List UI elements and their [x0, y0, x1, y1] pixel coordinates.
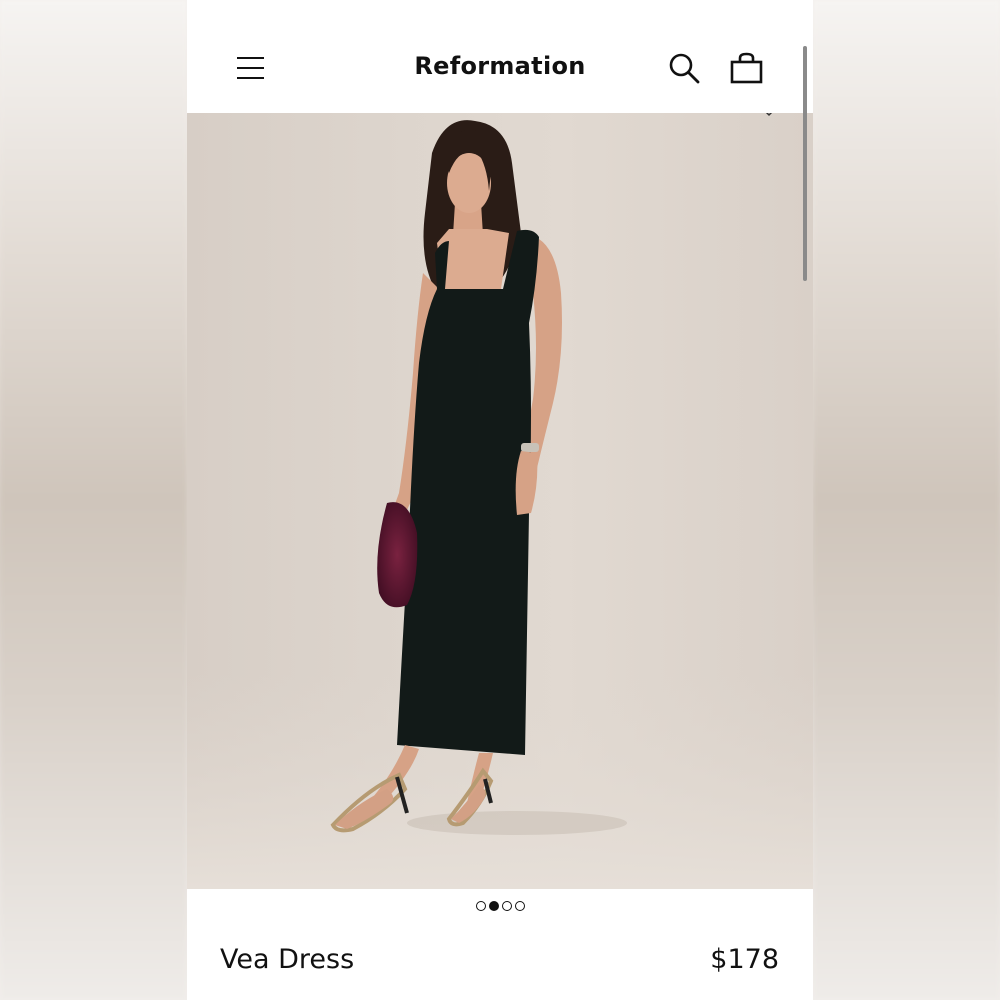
chevron-down-icon — [765, 113, 773, 117]
carousel-indicator — [187, 901, 813, 917]
product-image[interactable] — [187, 113, 813, 889]
brand-name[interactable]: Reformation — [414, 52, 585, 80]
scrollbar[interactable] — [803, 46, 807, 281]
product-price: $178 — [710, 944, 779, 975]
search-icon[interactable] — [667, 51, 703, 87]
brand-logo: Reformation — [187, 52, 813, 80]
site-header: Reformation — [187, 0, 813, 113]
hamburger-menu-icon[interactable] — [237, 55, 264, 81]
product-name: Vea Dress — [220, 944, 355, 975]
carousel-dot-2-active[interactable] — [488, 901, 499, 911]
shopping-bag-icon[interactable] — [729, 50, 765, 86]
blurred-background-left — [0, 0, 187, 1000]
mobile-screen: Reformation Vea Dress $178 — [187, 0, 813, 1000]
carousel-dot-4[interactable] — [514, 901, 525, 911]
blurred-background-right — [813, 0, 1000, 1000]
carousel-dot-1[interactable] — [475, 901, 486, 911]
carousel-dot-3[interactable] — [501, 901, 512, 911]
model-photo — [187, 120, 813, 889]
